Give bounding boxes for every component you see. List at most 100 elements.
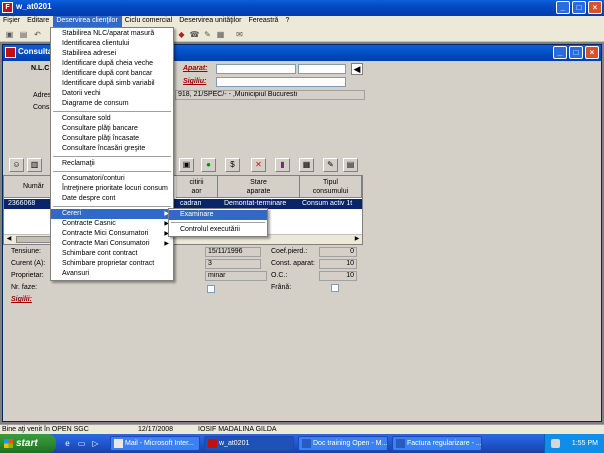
menu-item-consultare-sold[interactable]: Consultare sold bbox=[51, 114, 173, 124]
scroll-right-icon[interactable]: ▶ bbox=[352, 235, 362, 244]
menu-item-cereri[interactable]: Cereri ▶ bbox=[51, 209, 173, 219]
child-app-icon bbox=[5, 47, 16, 58]
menu-separator bbox=[53, 111, 171, 112]
menu-item-consumatori[interactable]: Consumatori/conturi bbox=[51, 174, 173, 184]
menu-item-schimbare-proprietar[interactable]: Schimbare proprietar contract bbox=[51, 259, 173, 269]
menu-item-contracte-casnic-label: Contracte Casnic bbox=[62, 220, 116, 227]
status-message: Bine aţi venit în OPEN SGC bbox=[2, 426, 89, 433]
mail-icon[interactable]: ✉ bbox=[234, 29, 245, 40]
menu-item-plati-bancare[interactable]: Consultare plăţi bancare bbox=[51, 124, 173, 134]
nlc-label: N.L.C bbox=[31, 65, 50, 72]
menu-item-avansuri[interactable]: Avansuri bbox=[51, 269, 173, 279]
aparat-field[interactable] bbox=[216, 64, 296, 74]
menu-item-contracte-mici[interactable]: Contracte Mici Consumatori ▶ bbox=[51, 229, 173, 239]
adresa-label: Adres bbox=[33, 92, 52, 99]
menu-item-cont-bancar[interactable]: Identificare după cont bancar bbox=[51, 69, 173, 79]
ie-icon[interactable]: e bbox=[62, 438, 73, 449]
media-icon[interactable]: ▷ bbox=[90, 438, 101, 449]
menu-item-stabilirea-nlc[interactable]: Stabilirea NLC/aparat masură bbox=[51, 29, 173, 39]
pencil-icon[interactable]: ✎ bbox=[323, 158, 338, 172]
menu-fisier[interactable]: Fişier bbox=[0, 16, 24, 27]
task-factura-label: Factura regularizare - ... bbox=[407, 440, 482, 447]
menu-item-date-cont[interactable]: Date despre cont bbox=[51, 194, 173, 204]
menu-item-contracte-casnic[interactable]: Contracte Casnic ▶ bbox=[51, 219, 173, 229]
grid-icon[interactable]: ▦ bbox=[299, 158, 314, 172]
undo-icon[interactable]: ↶ bbox=[32, 29, 43, 40]
task-mail[interactable]: Mail - Microsoft Inter... bbox=[110, 436, 200, 451]
book-icon[interactable]: ▮ bbox=[275, 158, 290, 172]
col-stare-header[interactable]: Stare aparate bbox=[218, 176, 300, 198]
task-doc-training-label: Doc training Open - M... bbox=[313, 440, 388, 447]
menu-item-contracte-mari[interactable]: Contracte Mari Consumatori ▶ bbox=[51, 239, 173, 249]
dollar-icon[interactable]: $ bbox=[225, 158, 240, 172]
submenu-item-examinare[interactable]: Examinare bbox=[169, 210, 267, 220]
menu-item-simb-variabil[interactable]: Identificare după simb variabil bbox=[51, 79, 173, 89]
menu-item-prioritate[interactable]: Întreţinere prioritate locuri consum bbox=[51, 184, 173, 194]
cancel-icon[interactable]: ✕ bbox=[251, 158, 266, 172]
red-tool-icon[interactable]: ◆ bbox=[176, 29, 187, 40]
scroll-left-icon[interactable]: ◀ bbox=[4, 235, 14, 244]
menu-item-datorii-vechi[interactable]: Datorii vechi bbox=[51, 89, 173, 99]
menu-item-schimbare-cont[interactable]: Schimbare cont contract bbox=[51, 249, 173, 259]
aparat-field-2[interactable] bbox=[298, 64, 346, 74]
menu-help[interactable]: ? bbox=[282, 16, 293, 27]
menu-item-cheia-veche[interactable]: Identificare după cheia veche bbox=[51, 59, 173, 69]
menu-item-plati-incasate[interactable]: Consultare plăţi încasate bbox=[51, 134, 173, 144]
cell-numar: 2366068 bbox=[8, 200, 36, 207]
menu-item-contracte-mari-label: Contracte Mari Consumatori bbox=[62, 240, 150, 247]
sigiliu-label: Sigiliu: bbox=[183, 78, 207, 85]
menu-ciclu-comercial[interactable]: Ciclu comercial bbox=[122, 16, 176, 27]
minimize-button[interactable]: _ bbox=[556, 1, 570, 14]
submenu-item-controlul-executarii[interactable]: Controlul executării bbox=[169, 225, 267, 235]
mail-task-icon bbox=[114, 439, 123, 448]
menu-item-incasari-gresite[interactable]: Consultare încasări greşite bbox=[51, 144, 173, 154]
child-maximize-button[interactable]: □ bbox=[569, 46, 583, 59]
report-icon[interactable]: ▤ bbox=[343, 158, 358, 172]
child-minimize-button[interactable]: _ bbox=[553, 46, 567, 59]
network-icon[interactable] bbox=[551, 439, 560, 448]
arrow-left-icon[interactable]: ◀ bbox=[351, 63, 363, 75]
save-icon[interactable]: ▣ bbox=[4, 29, 15, 40]
menu-separator bbox=[53, 156, 171, 157]
phone-icon[interactable]: ☎ bbox=[189, 29, 200, 40]
app-title: w_at0201 bbox=[16, 2, 52, 11]
status-field: minar bbox=[205, 271, 267, 281]
task-mail-label: Mail - Microsoft Inter... bbox=[125, 440, 194, 447]
print-icon[interactable]: ▤ bbox=[18, 29, 29, 40]
col-tip-header[interactable]: Tipul consumului bbox=[300, 176, 362, 198]
status-user: IOSIF MADALINA GILDA bbox=[198, 426, 277, 433]
task-factura[interactable]: Factura regularizare - ... bbox=[392, 436, 482, 451]
close-button[interactable]: × bbox=[588, 1, 602, 14]
start-button[interactable]: start bbox=[0, 434, 56, 453]
task-w-at0201[interactable]: w_at0201 bbox=[204, 436, 294, 451]
checkbox-1[interactable] bbox=[207, 285, 215, 293]
windows-logo-icon bbox=[4, 439, 13, 448]
menu-item-reclamatii[interactable]: Reclamaţii bbox=[51, 159, 173, 169]
calc-icon[interactable]: ▦ bbox=[215, 29, 226, 40]
menu-fereastra[interactable]: Fereastră bbox=[246, 16, 283, 27]
sigiliu-field[interactable] bbox=[216, 77, 346, 87]
col-citirii-header[interactable]: citirii aor bbox=[176, 176, 218, 198]
person-icon[interactable]: ☺ bbox=[9, 158, 24, 172]
menu-editare[interactable]: Editare bbox=[24, 16, 53, 27]
menu-item-diagrame[interactable]: Diagrame de consum bbox=[51, 99, 173, 109]
menu-deservirea-clientilor[interactable]: Deservirea clienţilor bbox=[53, 16, 122, 27]
frana-checkbox[interactable] bbox=[331, 284, 339, 292]
maximize-button[interactable]: □ bbox=[572, 1, 586, 14]
green-icon[interactable]: ● bbox=[201, 158, 216, 172]
desktop-icon[interactable]: ▭ bbox=[76, 438, 87, 449]
proprietar-label: Proprietar: bbox=[11, 272, 44, 279]
building-icon[interactable]: ▥ bbox=[27, 158, 42, 172]
task-doc-training[interactable]: Doc training Open - M... bbox=[298, 436, 388, 451]
menu-item-stabilirea-adresei[interactable]: Stabilirea adresei bbox=[51, 49, 173, 59]
menu-item-identificarea-clientului[interactable]: Identificarea clientului bbox=[51, 39, 173, 49]
edit-icon[interactable]: ✎ bbox=[202, 29, 213, 40]
menu-deservirea-unitatilor[interactable]: Deservirea unităţilor bbox=[176, 16, 245, 27]
child-close-button[interactable]: × bbox=[585, 46, 599, 59]
coef-field: 0 bbox=[319, 247, 357, 257]
faze-label: Nr. faze: bbox=[11, 284, 38, 291]
curent-label: Curent (A): bbox=[11, 260, 46, 267]
tv-icon[interactable]: ▣ bbox=[179, 158, 194, 172]
const-field: 10 bbox=[319, 259, 357, 269]
menu-separator bbox=[171, 222, 265, 223]
